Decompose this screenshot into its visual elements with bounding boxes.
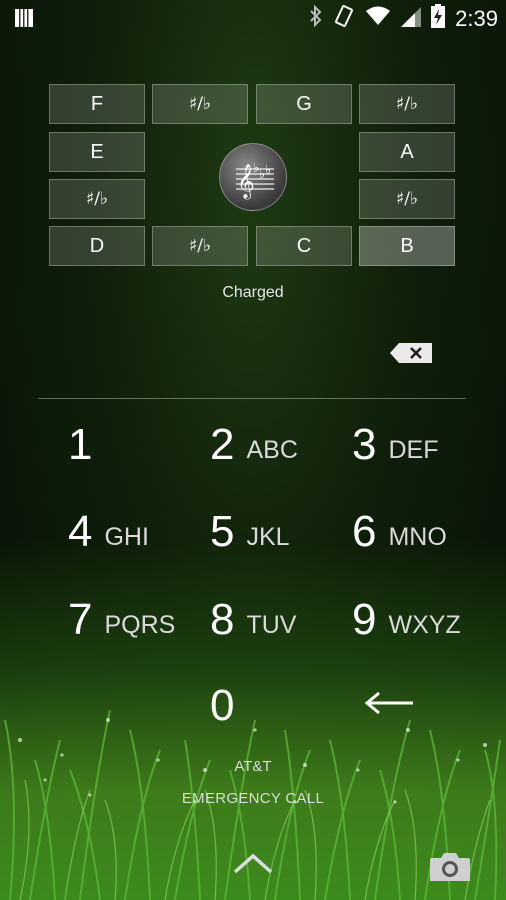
dial-letters: PQRS: [104, 610, 176, 639]
dial-digit: 8: [210, 595, 235, 644]
clock-time: 2:39: [455, 5, 498, 31]
camera-icon[interactable]: [428, 850, 472, 889]
dial-digit: 9: [352, 595, 377, 644]
dial-key-4[interactable]: 4 GHI: [68, 492, 149, 572]
dial-key-3[interactable]: 3 DEF: [352, 405, 438, 485]
note-key-accidental[interactable]: ♯/♭: [152, 226, 248, 266]
status-bar: 2:39: [0, 0, 506, 36]
dial-letters: MNO: [388, 522, 447, 551]
dial-digit: 3: [352, 420, 377, 469]
note-key-accidental[interactable]: ♯/♭: [49, 179, 145, 219]
wifi-icon: [365, 5, 391, 32]
treble-clef-icon: 𝄞 ♭ ♭ ♭: [219, 143, 287, 211]
dial-digit: 2: [210, 420, 235, 469]
dial-letters: TUV: [246, 610, 297, 639]
dial-key-8[interactable]: 8 TUV: [210, 580, 296, 660]
dial-key-5[interactable]: 5 JKL: [210, 492, 290, 572]
dial-digit: 5: [210, 507, 235, 556]
note-key-c[interactable]: C: [256, 226, 352, 266]
dial-letters: WXYZ: [388, 610, 461, 639]
bluetooth-icon: [309, 4, 323, 33]
dial-digit: 0: [210, 681, 235, 730]
note-key-accidental[interactable]: ♯/♭: [152, 84, 248, 124]
note-key-accidental[interactable]: ♯/♭: [359, 179, 455, 219]
dial-digit: 6: [352, 507, 377, 556]
dial-key-2[interactable]: 2 ABC: [210, 405, 298, 485]
dial-digit: 7: [68, 595, 93, 644]
note-key-accidental[interactable]: ♯/♭: [359, 84, 455, 124]
dial-digit: 1: [68, 420, 93, 469]
dial-letters: DEF: [388, 435, 439, 464]
note-key-a[interactable]: A: [359, 132, 455, 172]
emergency-call-button[interactable]: EMERGENCY CALL: [0, 790, 506, 807]
note-key-b[interactable]: B: [359, 226, 455, 266]
dial-letters: ABC: [246, 435, 298, 464]
svg-text:♭: ♭: [265, 163, 271, 178]
dial-key-6[interactable]: 6 MNO: [352, 492, 447, 572]
signal-icon: [401, 5, 422, 32]
enter-arrow-icon[interactable]: [363, 688, 415, 723]
dial-letters: JKL: [246, 522, 290, 551]
notes-icon: [14, 9, 34, 32]
note-key-g[interactable]: G: [256, 84, 352, 124]
chevron-up-icon[interactable]: [232, 852, 274, 881]
backspace-icon[interactable]: [389, 342, 433, 369]
note-key-e[interactable]: E: [49, 132, 145, 172]
dial-letters: GHI: [104, 522, 149, 551]
note-key-d[interactable]: D: [49, 226, 145, 266]
dial-key-9[interactable]: 9 WXYZ: [352, 580, 461, 660]
dial-key-1[interactable]: 1: [68, 405, 92, 485]
battery-status-text: Charged: [222, 284, 284, 301]
vibrate-icon: [333, 4, 355, 33]
battery-charging-icon: [431, 4, 446, 33]
dial-key-7[interactable]: 7 PQRS: [68, 580, 175, 660]
carrier-label: AT&T: [234, 758, 272, 775]
dial-key-0[interactable]: 0: [210, 666, 234, 746]
dial-digit: 4: [68, 507, 93, 556]
note-key-f[interactable]: F: [49, 84, 145, 124]
divider: [38, 398, 466, 399]
